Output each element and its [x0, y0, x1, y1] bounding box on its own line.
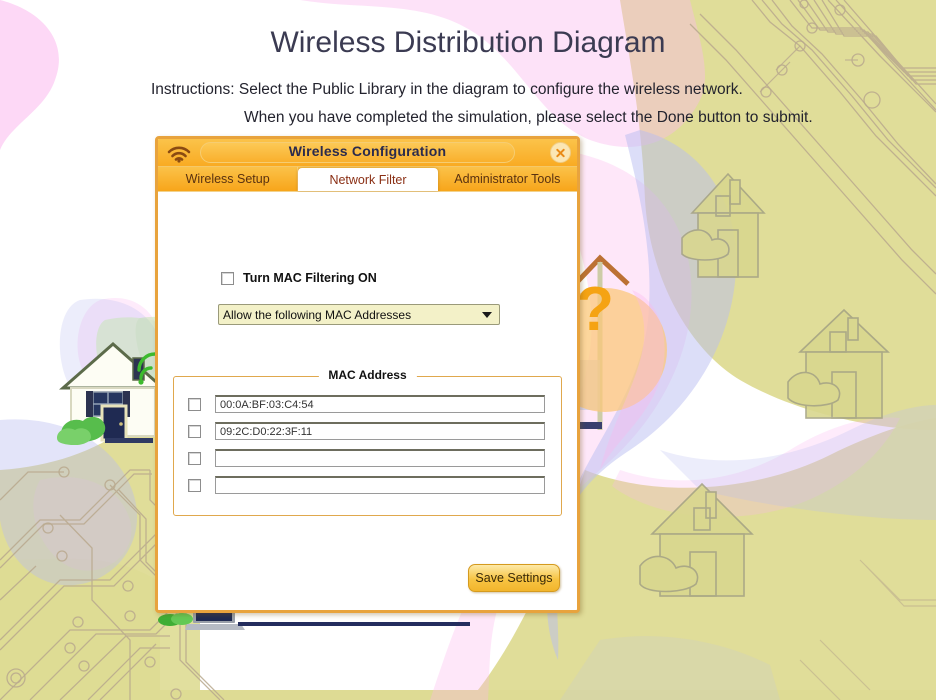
laptop-icon — [185, 610, 245, 632]
dialog-title: Wireless Configuration — [158, 143, 577, 159]
dialog-titlebar: Wireless Configuration — [158, 139, 577, 167]
mac-row-checkbox[interactable] — [188, 425, 201, 438]
mac-row-checkbox[interactable] — [188, 398, 201, 411]
network-cable — [238, 622, 470, 626]
filter-mode-select[interactable]: Allow the following MAC Addresses — [218, 304, 500, 325]
filter-mode-value: Allow the following MAC Addresses — [223, 308, 482, 322]
mac-row-checkbox[interactable] — [188, 479, 201, 492]
mac-row-2: 09:2C:D0:22:3F:11 — [188, 422, 545, 440]
tab-network-filter[interactable]: Network Filter — [298, 168, 437, 191]
wireless-configuration-dialog: Wireless Configuration Wireless Setup Ne… — [155, 136, 580, 613]
mac-address-fieldset: MAC Address 00:0A:BF:03:C4:54 09:2C:D0:2… — [173, 376, 562, 516]
network-filter-panel: Turn MAC Filtering ON Allow the followin… — [158, 192, 577, 611]
mac-row-1: 00:0A:BF:03:C4:54 — [188, 395, 545, 413]
tab-label: Network Filter — [329, 173, 406, 187]
instruction-line-1: Instructions: Select the Public Library … — [151, 81, 743, 99]
mac-filtering-toggle-row: Turn MAC Filtering ON — [221, 271, 377, 285]
chevron-down-icon — [482, 312, 492, 318]
tab-wireless-setup[interactable]: Wireless Setup — [158, 167, 298, 191]
mac-address-legend: MAC Address — [318, 368, 416, 382]
mac-address-input[interactable] — [215, 449, 545, 467]
mac-address-input[interactable]: 00:0A:BF:03:C4:54 — [215, 395, 545, 413]
mac-address-input[interactable] — [215, 476, 545, 494]
save-settings-label: Save Settings — [475, 571, 552, 585]
page-title: Wireless Distribution Diagram — [0, 26, 936, 60]
screenshot-root: ? — [0, 0, 936, 700]
mac-row-3 — [188, 449, 545, 467]
tab-administrator-tools[interactable]: Administrator Tools — [438, 167, 577, 191]
mac-address-input[interactable]: 09:2C:D0:22:3F:11 — [215, 422, 545, 440]
dialog-tabs: Wireless Setup Network Filter Administra… — [158, 167, 577, 192]
question-mark-icon: ? — [576, 275, 614, 344]
mac-row-checkbox[interactable] — [188, 452, 201, 465]
save-settings-button[interactable]: Save Settings — [468, 564, 560, 592]
instruction-line-2: When you have completed the simulation, … — [244, 109, 813, 127]
mac-filtering-checkbox[interactable] — [221, 272, 234, 285]
mac-row-4 — [188, 476, 545, 494]
tab-label: Administrator Tools — [454, 172, 560, 186]
mac-filtering-label: Turn MAC Filtering ON — [243, 271, 377, 285]
tab-label: Wireless Setup — [186, 172, 270, 186]
close-icon[interactable] — [550, 142, 571, 163]
